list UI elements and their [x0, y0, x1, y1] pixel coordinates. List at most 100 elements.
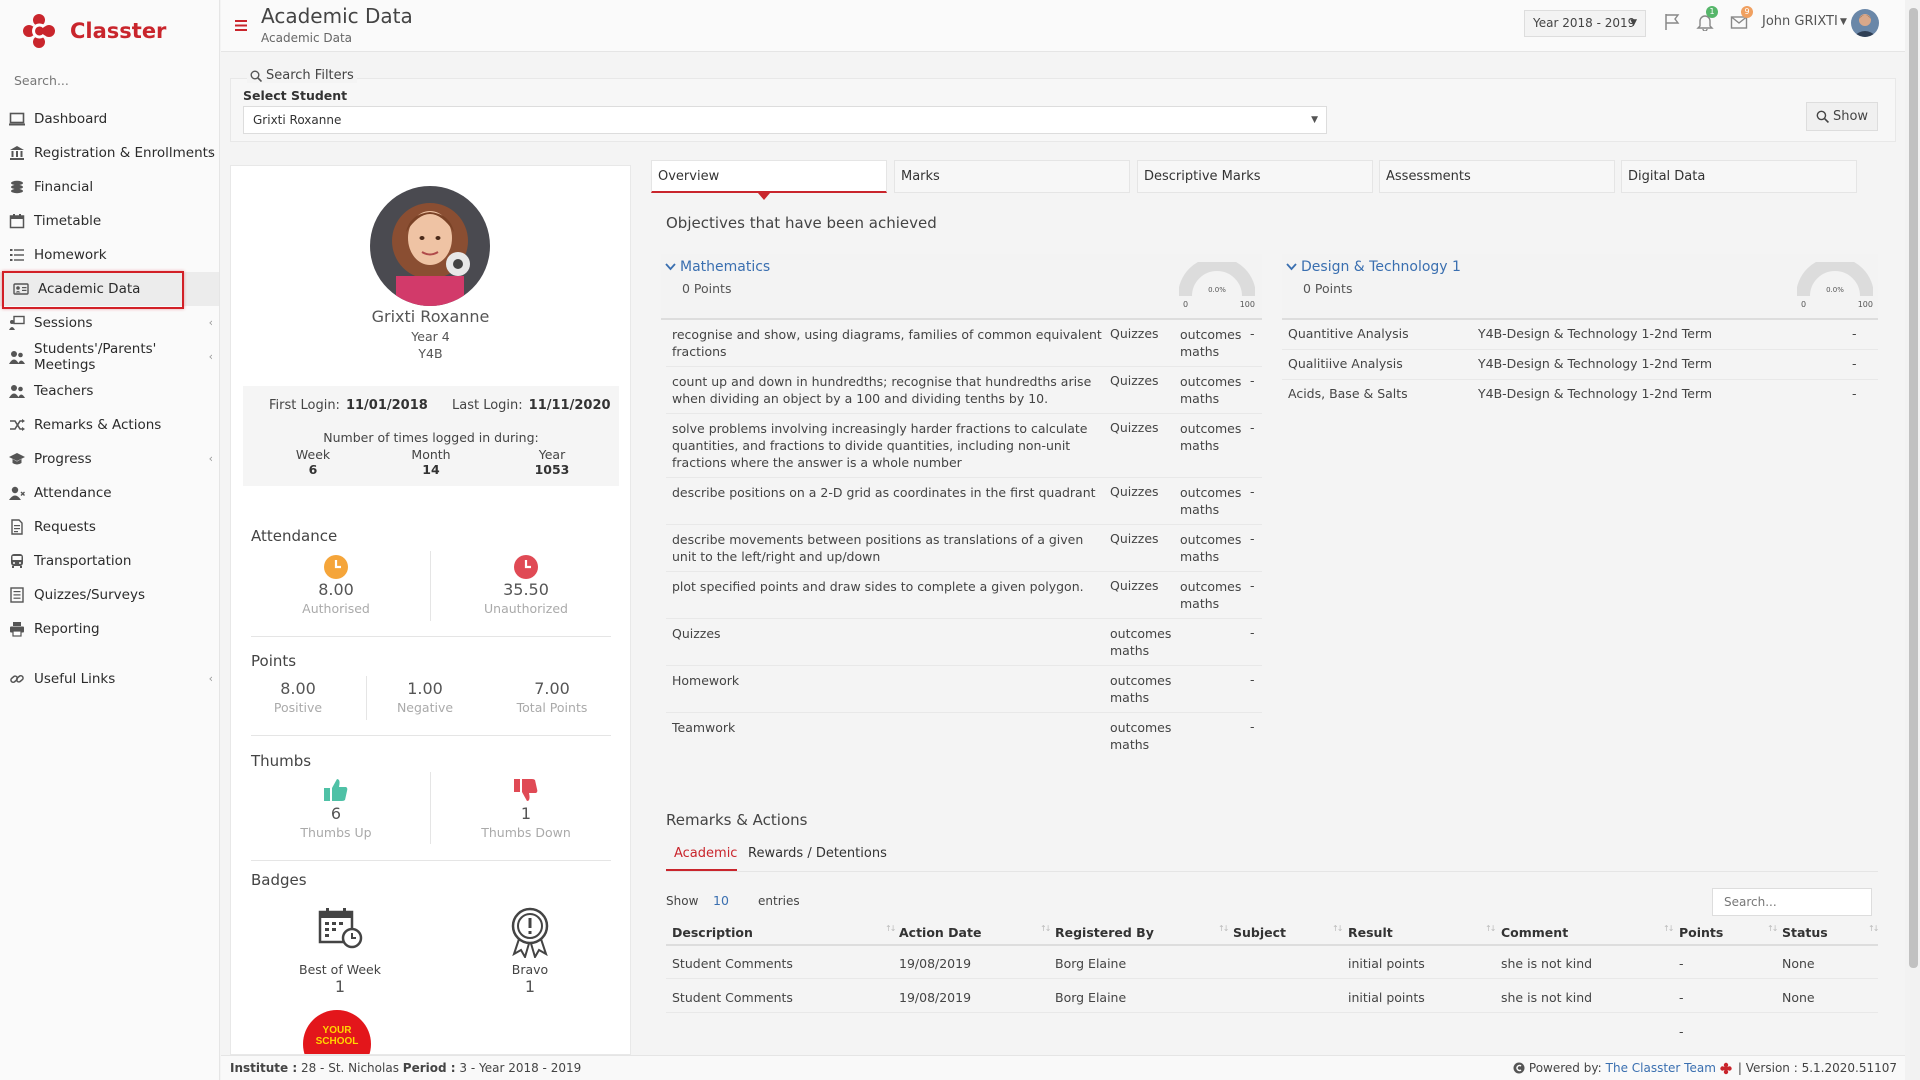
show-button[interactable]: Show [1806, 102, 1878, 131]
caret-down-icon: ▼ [1311, 115, 1318, 125]
sidebar-item-quizzes[interactable]: Quizzes/Surveys [0, 578, 219, 612]
sidebar-item-financial[interactable]: Financial [0, 170, 219, 204]
student-photo [370, 186, 490, 306]
badge-best-of-week[interactable]: Best of Week 1 [270, 906, 410, 996]
column-header-points[interactable]: Points [1679, 925, 1723, 940]
link-icon [10, 674, 24, 684]
objectives-title: Objectives that have been achieved [666, 214, 937, 232]
list-item: describe positions on a 2-D grid as coor… [666, 478, 1262, 525]
page-scrollbar[interactable] [1905, 0, 1920, 1080]
column-header-status[interactable]: Status [1782, 925, 1828, 940]
sort-icon[interactable]: ↑↓ [885, 924, 896, 933]
thumbs-up-icon [324, 779, 348, 801]
notifications-badge: 1 [1706, 6, 1718, 18]
document-icon [11, 519, 23, 535]
attendance-title: Attendance [251, 527, 338, 545]
sidebar-item-label: Transportation [34, 553, 132, 569]
entries-per-page-select[interactable]: 10 [713, 893, 729, 908]
sort-icon[interactable]: ↑↓ [1663, 924, 1674, 933]
sidebar-item-timetable[interactable]: Timetable [0, 204, 219, 238]
subject-points: 0 Points [1303, 281, 1353, 296]
column-header-registered-by[interactable]: Registered By [1055, 925, 1154, 940]
column-header-subject[interactable]: Subject [1233, 925, 1286, 940]
sidebar-item-teachers[interactable]: Teachers [0, 374, 219, 408]
sidebar-search-input[interactable]: Search... [14, 70, 219, 92]
sidebar-item-label: Financial [34, 179, 94, 195]
sidebar-item-useful-links[interactable]: Useful Links ‹ [0, 662, 219, 696]
caret-down-icon: ▼ [1630, 18, 1637, 28]
sort-icon[interactable]: ↑↓ [1218, 924, 1229, 933]
subject-panel-design-technology[interactable]: Design & Technology 1 0 Points 0.0% 0 10… [1282, 254, 1878, 320]
award-ribbon-icon [511, 907, 549, 958]
student-class: Y4B [418, 346, 443, 361]
badge-bravo[interactable]: Bravo 1 [460, 906, 600, 996]
sidebar-item-attendance[interactable]: Attendance [0, 476, 219, 510]
users-icon [9, 385, 25, 398]
sidebar-item-label: Requests [34, 519, 96, 535]
sort-icon[interactable]: ↑↓ [1868, 924, 1879, 933]
tab-digital-data[interactable]: Digital Data [1621, 160, 1857, 193]
flag-icon[interactable] [1663, 13, 1681, 31]
chevron-down-icon [1286, 263, 1297, 271]
column-header-description[interactable]: Description [672, 925, 753, 940]
sidebar-item-dashboard[interactable]: Dashboard [0, 102, 219, 136]
student-select[interactable]: Grixti Roxanne ▼ [243, 106, 1327, 134]
table-footer-dash: - [1679, 1024, 1684, 1039]
sidebar-item-sessions[interactable]: Sessions ‹ [0, 306, 219, 340]
breadcrumb[interactable]: Academic Data [261, 31, 352, 45]
calendar-icon [9, 214, 25, 229]
sidebar-item-transportation[interactable]: Transportation [0, 544, 219, 578]
column-header-action-date[interactable]: Action Date [899, 925, 981, 940]
list-item: Quizzes outcomes maths - [666, 619, 1262, 666]
column-header-result[interactable]: Result [1348, 925, 1393, 940]
column-header-comment[interactable]: Comment [1501, 925, 1568, 940]
user-name[interactable]: John GRIXTI [1762, 14, 1838, 29]
sidebar-item-meetings[interactable]: Students'/Parents' Meetings ‹ [0, 340, 219, 374]
subject-gauge: 0.0% 0 100 [1796, 257, 1874, 312]
points-positive: 8.00 Positive [273, 679, 323, 715]
sidebar-item-progress[interactable]: Progress ‹ [0, 442, 219, 476]
sidebar-item-label: Dashboard [34, 111, 108, 127]
caret-down-icon[interactable]: ▼ [1840, 17, 1847, 27]
sidebar-item-reporting[interactable]: Reporting [0, 612, 219, 646]
user-avatar[interactable] [1851, 9, 1879, 37]
tab-rewards-detentions[interactable]: Rewards / Detentions [748, 846, 887, 861]
sidebar-item-academic-data[interactable]: Academic Data [0, 271, 219, 309]
classter-team-link[interactable]: The Classter Team [1606, 1061, 1716, 1075]
tab-descriptive-marks[interactable]: Descriptive Marks [1137, 160, 1373, 193]
app-logo[interactable]: Classter [0, 0, 219, 62]
tab-assessments[interactable]: Assessments [1379, 160, 1615, 193]
list-item: count up and down in hundredths; recogni… [666, 367, 1262, 414]
school-badge[interactable]: YOUR SCHOOL [303, 1010, 371, 1054]
list-item: plot specified points and draw sides to … [666, 572, 1262, 619]
classter-logo-icon [23, 14, 55, 48]
sidebar: Classter Search... Dashboard Registratio… [0, 0, 220, 1080]
scrollbar-thumb[interactable] [1909, 8, 1918, 968]
year-select[interactable]: Year 2018 - 2019 ▼ [1524, 10, 1646, 37]
page-title: Academic Data [261, 4, 413, 28]
sidebar-item-requests[interactable]: Requests [0, 510, 219, 544]
show-label: Show [666, 894, 699, 908]
times-logged-label: Number of times logged in during: [323, 430, 539, 445]
chevron-left-icon: ‹ [208, 350, 213, 363]
sidebar-item-homework[interactable]: Homework [0, 238, 219, 272]
classter-logo-icon [1720, 1062, 1732, 1074]
graduation-cap-icon [9, 453, 25, 465]
tab-marks[interactable]: Marks [894, 160, 1130, 193]
mathematics-objectives-list: recognise and show, using diagrams, fami… [666, 320, 1262, 760]
remarks-search-input[interactable]: Search... [1712, 888, 1872, 916]
tab-academic[interactable]: Academic [674, 846, 737, 861]
tab-overview[interactable]: Overview [651, 160, 887, 193]
sidebar-item-label: Attendance [34, 485, 112, 501]
sort-icon[interactable]: ↑↓ [1332, 924, 1343, 933]
sort-icon[interactable]: ↑↓ [1767, 924, 1778, 933]
sidebar-item-remarks[interactable]: Remarks & Actions [0, 408, 219, 442]
users-icon [9, 351, 25, 364]
sidebar-item-label: Timetable [34, 213, 102, 229]
sort-icon[interactable]: ↑↓ [1485, 924, 1496, 933]
subject-panel-mathematics[interactable]: Mathematics 0 Points 0.0% 0 100 [661, 254, 1262, 320]
chevron-left-icon: ‹ [208, 672, 213, 685]
sort-icon[interactable]: ↑↓ [1040, 924, 1051, 933]
menu-toggle-icon[interactable] [235, 20, 247, 31]
sidebar-item-registration[interactable]: Registration & Enrollments ‹ [0, 136, 219, 170]
